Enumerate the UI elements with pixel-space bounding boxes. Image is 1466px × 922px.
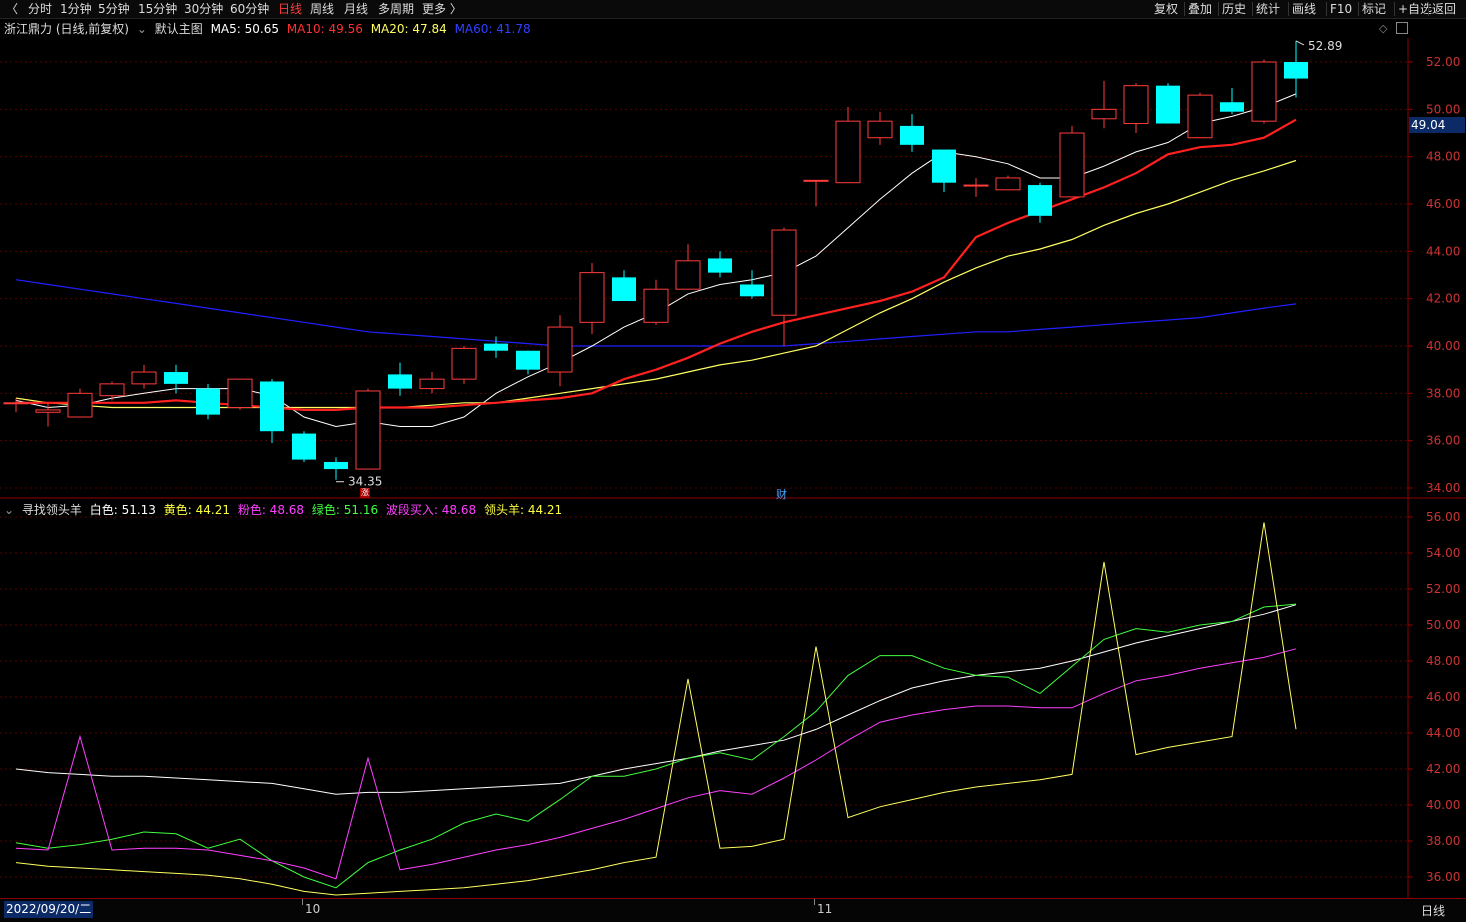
candle-body-up <box>1187 94 1213 139</box>
candle-body-up <box>675 260 701 290</box>
date-axis: 2022/09/20/二 10 11 日线 <box>0 898 1466 922</box>
candle-body-up <box>643 288 669 323</box>
white-line <box>15 604 1297 795</box>
price-tick-label: 36.00 <box>1426 434 1460 448</box>
candle-body-up <box>835 120 861 184</box>
tick <box>814 899 815 905</box>
candle-body-down <box>612 277 636 302</box>
indicator-tick-label: 48.00 <box>1426 654 1460 668</box>
indicator-tick-label: 54.00 <box>1426 546 1460 560</box>
high-pointer <box>1295 40 1305 46</box>
candle-body-down <box>1028 185 1052 216</box>
candle-body-down <box>260 381 284 432</box>
price-tick-label: 46.00 <box>1426 197 1460 211</box>
indicator-tick-label: 42.00 <box>1426 762 1460 776</box>
candle-body-up <box>771 229 797 316</box>
candle-body-down <box>932 149 956 183</box>
low-label: 34.35 <box>348 475 382 489</box>
candle-body-up <box>1123 85 1149 125</box>
price-tick-label: 48.00 <box>1426 150 1460 164</box>
indicator-tick-label: 46.00 <box>1426 690 1460 704</box>
candle-body-down <box>516 350 540 370</box>
candle-body-down <box>1284 62 1308 79</box>
ma5-line <box>15 93 1297 428</box>
candle-body-down <box>1156 85 1180 124</box>
price-tick-label: 52.00 <box>1426 55 1460 69</box>
candle-body-up <box>67 392 93 418</box>
finance-marker[interactable]: 财 <box>776 486 787 502</box>
candle-body-up <box>1251 61 1277 122</box>
price-tick-label: 44.00 <box>1426 244 1460 258</box>
indicator-tick-label: 40.00 <box>1426 798 1460 812</box>
green-line <box>15 603 1297 889</box>
last-price-badge: 49.04 <box>1409 117 1465 133</box>
price-tick-label: 34.00 <box>1426 481 1460 495</box>
candle-body-down <box>484 343 508 351</box>
candle-body-up <box>867 120 893 139</box>
ma10-line <box>16 118 1297 411</box>
candle-body-down <box>324 461 348 470</box>
indicator-tick-label: 44.00 <box>1426 726 1460 740</box>
candle-body-up <box>3 402 29 405</box>
kline-chart[interactable]: 52.89 34.35 52.00 50.00 48.00 46.00 44.00 42.0… <box>0 0 1466 921</box>
candle-body-up <box>131 371 157 385</box>
candle-body-up <box>963 184 989 187</box>
candle-body-up <box>99 383 125 397</box>
price-tick-label: 42.00 <box>1426 292 1460 306</box>
indicator-tick-label: 56.00 <box>1426 510 1460 524</box>
candle-body-up <box>547 326 573 373</box>
candle-body-down <box>196 388 220 415</box>
candle-body-up <box>451 347 477 380</box>
limit-up-marker[interactable]: 涨 <box>360 488 370 498</box>
candle-body-up <box>1059 132 1085 198</box>
candle-body-down <box>740 284 764 297</box>
candle-body-up <box>995 177 1021 191</box>
indicator-tick-label: 50.00 <box>1426 618 1460 632</box>
tick <box>302 899 303 905</box>
candle-body-up <box>355 390 381 470</box>
month-label-10: 10 <box>305 902 321 916</box>
candles: 52.89 34.35 <box>3 39 1342 489</box>
ma-lines <box>15 93 1297 428</box>
candle-body-down <box>1220 102 1244 112</box>
month-label-11: 11 <box>817 902 833 916</box>
indicator-tick-label: 36.00 <box>1426 870 1460 884</box>
candle-body-down <box>388 374 412 389</box>
price-axis: 52.00 50.00 48.00 46.00 44.00 42.00 40.00 38.00… <box>1426 55 1460 884</box>
candle-body-down <box>164 372 188 384</box>
price-tick-label: 38.00 <box>1426 386 1460 400</box>
candle-body-up <box>803 179 829 182</box>
indicator-tick-label: 52.00 <box>1426 582 1460 596</box>
period-indicator[interactable]: 日线 <box>1421 902 1445 919</box>
candle-body-down <box>900 125 924 145</box>
candle-body-down <box>708 258 732 273</box>
price-tick-label: 40.00 <box>1426 339 1460 353</box>
candle-body-down <box>292 433 316 460</box>
candle-body-up <box>419 378 445 390</box>
current-date: 2022/09/20/二 <box>4 901 94 918</box>
indicator-tick-label: 38.00 <box>1426 834 1460 848</box>
indicator-lines <box>15 522 1297 896</box>
candle-body-up <box>35 409 61 413</box>
price-tick-label: 50.00 <box>1426 102 1460 116</box>
candle-body-up <box>1091 108 1117 120</box>
candle-body-up <box>579 272 605 323</box>
candle-body-up <box>227 378 253 409</box>
yellow-line <box>15 522 1297 896</box>
high-label: 52.89 <box>1308 39 1342 53</box>
